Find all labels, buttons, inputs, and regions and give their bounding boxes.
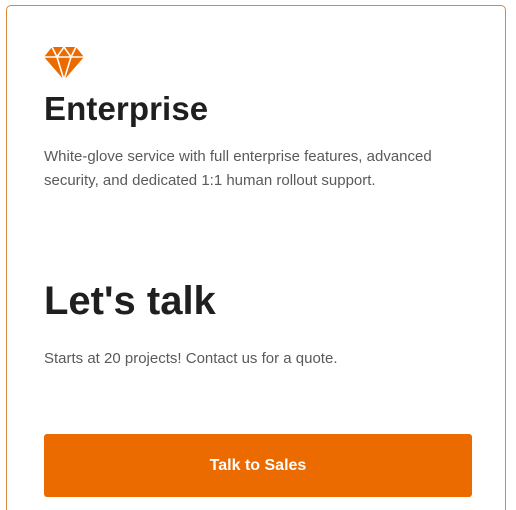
plan-price: Let's talk [44,279,216,323]
price-note: Starts at 20 projects! Contact us for a … [44,350,338,367]
talk-to-sales-button[interactable]: Talk to Sales [44,434,472,497]
gem-icon [44,45,84,81]
plan-description: White-glove service with full enterprise… [44,148,432,189]
plan-title: Enterprise [44,90,209,127]
enterprise-plan-card: Enterprise White-glove service with full… [6,5,506,510]
